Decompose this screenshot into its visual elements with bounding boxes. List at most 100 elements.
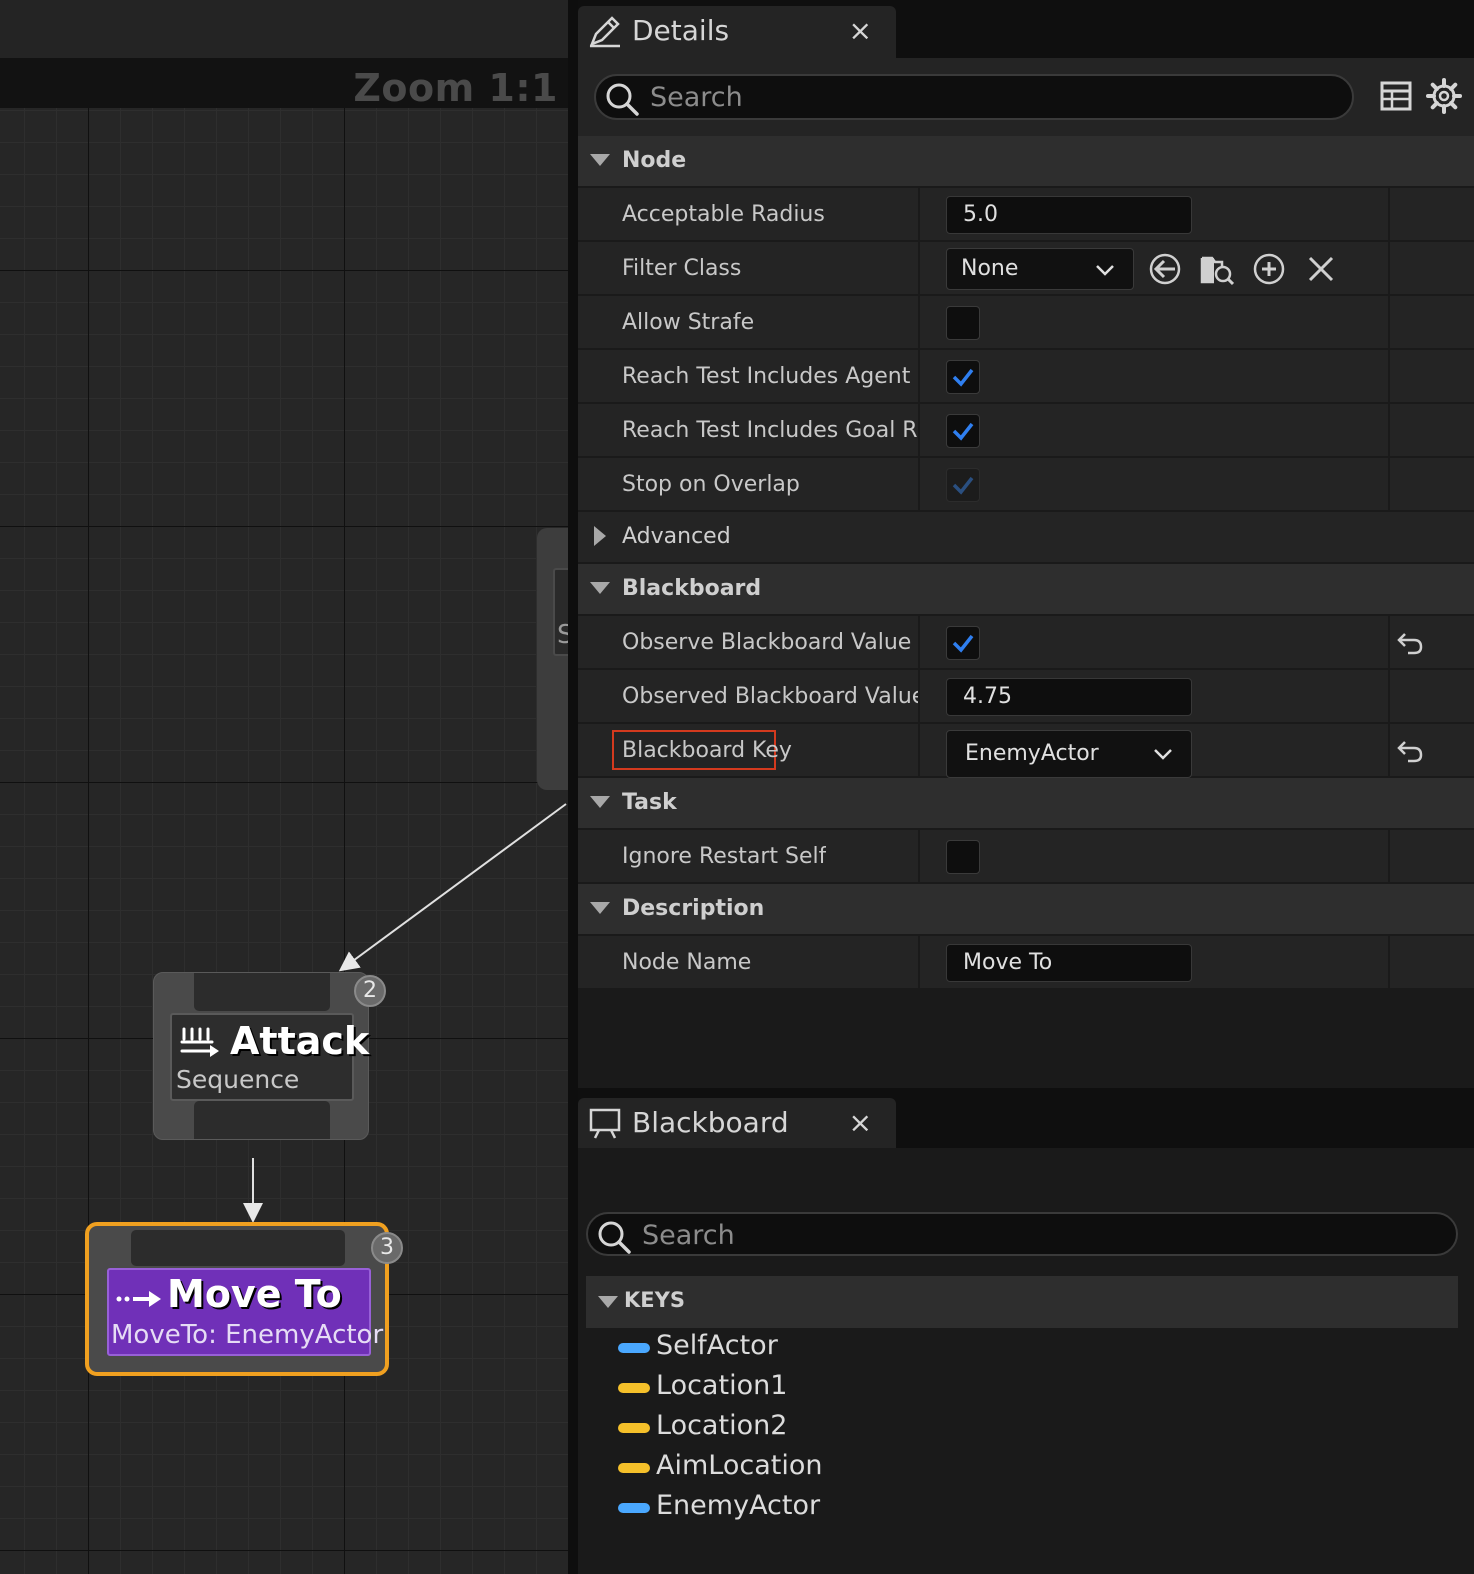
expand-arrow-icon[interactable] (590, 796, 610, 808)
search-icon (606, 83, 639, 116)
checkmark-icon (952, 476, 974, 495)
expand-arrow-icon[interactable] (590, 154, 610, 166)
moveto-node-subtitle: MoveTo: EnemyActor (111, 1320, 384, 1350)
add-circle-icon[interactable] (1252, 252, 1286, 286)
ignore-restart-self-checkbox[interactable] (946, 840, 980, 874)
section-blackboard[interactable]: Blackboard (578, 564, 1474, 616)
attack-input-pin[interactable] (194, 973, 330, 1011)
section-description[interactable]: Description (578, 884, 1474, 936)
prop-observe-blackboard-value: Observe Blackboard Value (578, 616, 1474, 670)
blackboard-tab[interactable]: Blackboard × (578, 1098, 896, 1148)
browse-folder-icon[interactable] (1200, 252, 1234, 286)
prop-label: Observe Blackboard Value (622, 630, 912, 655)
prop-reach-test-goal-radius: Reach Test Includes Goal Radi... (578, 404, 1474, 458)
reset-to-default-icon[interactable] (1396, 630, 1424, 656)
clear-x-icon[interactable] (1304, 252, 1338, 286)
details-toolbar (578, 58, 1474, 136)
checkmark-icon (952, 634, 974, 653)
expand-arrow-icon[interactable] (598, 1296, 618, 1308)
attack-sequence-node[interactable]: Attack Sequence 2 (153, 972, 386, 1140)
details-tab-title: Details (632, 14, 730, 47)
details-tab-bar: Details × (578, 0, 1474, 58)
checkmark-icon (952, 422, 974, 441)
chevron-down-icon (1154, 749, 1172, 760)
blackboard-icon (589, 1108, 621, 1139)
behavior-tree-editor: Zoom 1:1 S Attack Sequence 2 Move To Mov… (0, 0, 1474, 1574)
section-task-label: Task (622, 790, 677, 815)
section-advanced[interactable]: Advanced (578, 512, 1474, 564)
section-node[interactable]: Node (578, 136, 1474, 188)
gear-icon[interactable] (1426, 78, 1462, 114)
reach-goal-radius-checkbox[interactable] (946, 414, 980, 448)
node-name-input[interactable]: Move To (946, 944, 1192, 982)
allow-strafe-checkbox[interactable] (946, 306, 980, 340)
blackboard-key-dropdown[interactable]: EnemyActor (946, 730, 1192, 778)
section-blackboard-label: Blackboard (622, 576, 762, 601)
blackboard-panel: Blackboard × KEYS SelfActor Location1 (578, 1088, 1474, 1574)
prop-label: Observed Blackboard Value T... (622, 684, 918, 709)
keys-section-header[interactable]: KEYS (586, 1276, 1458, 1328)
panel-splitter[interactable] (568, 0, 578, 1574)
parent-node-body: S (553, 568, 568, 656)
sequence-icon (180, 1027, 219, 1057)
section-advanced-label: Advanced (622, 524, 731, 549)
section-node-label: Node (622, 148, 687, 173)
blackboard-search-box[interactable] (586, 1212, 1458, 1256)
move-to-icon (116, 1291, 161, 1307)
prop-label: Node Name (622, 950, 752, 975)
moveto-input-pin[interactable] (131, 1230, 345, 1266)
parent-node[interactable]: S (537, 528, 568, 790)
section-task[interactable]: Task (578, 778, 1474, 830)
blackboard-tab-bar: Blackboard × (578, 1088, 1474, 1148)
table-view-icon[interactable] (1380, 80, 1412, 112)
observed-tolerance-input[interactable]: 4.75 (946, 678, 1192, 716)
reach-agent-radius-checkbox[interactable] (946, 360, 980, 394)
blackboard-keys-list: SelfActor Location1 Location2 AimLocatio… (586, 1328, 1458, 1528)
blackboard-key-item[interactable]: EnemyActor (586, 1488, 1458, 1528)
details-tab[interactable]: Details × (578, 6, 896, 58)
blackboard-key-item[interactable]: Location1 (586, 1368, 1458, 1408)
prop-acceptable-radius: Acceptable Radius 5.0 (578, 188, 1474, 242)
wire-parent-to-attack (338, 803, 567, 972)
blackboard-key-item[interactable]: Location2 (586, 1408, 1458, 1448)
use-selected-arrow-icon[interactable] (1148, 252, 1182, 286)
blackboard-key-value: EnemyActor (965, 741, 1099, 766)
filter-class-dropdown[interactable]: None (946, 248, 1134, 290)
blackboard-tab-close-button[interactable]: × (849, 1106, 872, 1139)
details-search-input[interactable] (650, 76, 1330, 118)
stop-on-overlap-checkbox[interactable] (946, 468, 980, 502)
attack-node-title: Attack (230, 1019, 370, 1063)
attack-output-pin[interactable] (194, 1101, 330, 1139)
blackboard-tab-title: Blackboard (632, 1106, 789, 1139)
behavior-tree-graph[interactable]: Zoom 1:1 S Attack Sequence 2 Move To Mov… (0, 0, 568, 1574)
reset-to-default-icon[interactable] (1396, 738, 1424, 764)
key-name: Location2 (656, 1410, 788, 1441)
details-tab-close-button[interactable]: × (849, 14, 872, 47)
blackboard-key-item[interactable]: SelfActor (586, 1328, 1458, 1368)
details-search-box[interactable] (594, 74, 1354, 120)
key-name: EnemyActor (656, 1490, 821, 1521)
collapsed-arrow-icon[interactable] (594, 526, 606, 546)
filter-class-value: None (961, 256, 1019, 281)
attack-node-body: Attack Sequence (170, 1013, 369, 1101)
prop-label: Filter Class (622, 256, 742, 281)
attack-execution-index-badge: 2 (354, 975, 386, 1007)
observe-blackboard-value-checkbox[interactable] (946, 626, 980, 660)
moveto-task-node[interactable]: Move To MoveTo: EnemyActor 3 (85, 1222, 403, 1376)
blackboard-key-item[interactable]: AimLocation (586, 1448, 1458, 1488)
key-name: Location1 (656, 1370, 788, 1401)
section-description-label: Description (622, 896, 765, 921)
blackboard-search-input[interactable] (642, 1214, 1442, 1256)
moveto-node-title: Move To (167, 1272, 342, 1316)
moveto-execution-index-badge: 3 (371, 1232, 403, 1264)
expand-arrow-icon[interactable] (590, 902, 610, 914)
expand-arrow-icon[interactable] (590, 582, 610, 594)
key-type-swatch (618, 1423, 650, 1433)
prop-blackboard-key: Blackboard Key EnemyActor (578, 724, 1474, 778)
moveto-node-body: Move To MoveTo: EnemyActor (107, 1268, 383, 1356)
prop-label: Blackboard Key (622, 738, 792, 763)
prop-label: Reach Test Includes Goal Radi... (622, 418, 918, 443)
chevron-down-icon (1096, 265, 1114, 276)
acceptable-radius-input[interactable]: 5.0 (946, 196, 1192, 234)
prop-label: Allow Strafe (622, 310, 755, 335)
